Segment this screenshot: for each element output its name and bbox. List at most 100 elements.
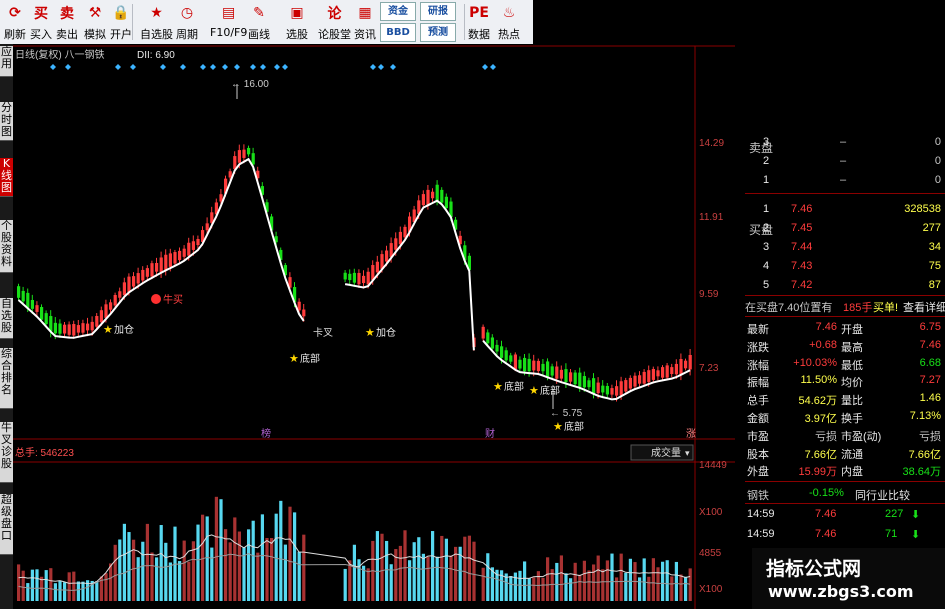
volume-bar [463, 536, 467, 601]
lock-button[interactable]: 🔒 开户 [110, 0, 132, 44]
candle-body [302, 309, 306, 317]
refresh-button[interactable]: ⟳ 刷新 [4, 0, 26, 44]
tab-ranking[interactable]: 综合排名 [0, 348, 13, 409]
forum-button[interactable]: 论论股堂 [318, 0, 351, 44]
watermark-url: www.zbgs3.com [768, 582, 914, 601]
tab-watchlist[interactable]: 自选股 [0, 298, 13, 339]
candle-body [601, 385, 605, 393]
volume-bar [440, 535, 444, 601]
candle-body [113, 294, 117, 306]
main-toolbar: ⟳ 刷新买买入卖卖出 ⚒ 模拟 🔒 开户 ★ 自选股 ◷ 周期 ▤ F10/F9 ✎ 画线 ▣ 选股论论股堂 ▦… [0, 0, 533, 45]
kline-chart[interactable]: 日线(复权) 八一钢铁 DII: 6.90 14.29 11.91 9.59 7… [13, 44, 735, 609]
details-link[interactable]: 查看详细 [903, 299, 945, 315]
volume-bar [302, 534, 306, 601]
volume-bar [58, 580, 62, 601]
volume-bar [104, 573, 108, 601]
candle-body [141, 269, 145, 281]
candle-body [500, 346, 504, 358]
candle-body [481, 326, 485, 339]
volume-bar [214, 496, 218, 601]
volume-bar [270, 538, 274, 601]
buy-position-row: 在买盘7.40位置有 185手 买单! 查看详细 [745, 298, 945, 314]
candle-body [132, 276, 136, 287]
candle-body [486, 332, 490, 344]
watermark-title: 指标公式网 [766, 558, 862, 580]
candle-body [615, 386, 619, 396]
event-marker: 榜 [261, 427, 271, 440]
volume-bar [601, 569, 605, 601]
candle-body [513, 354, 517, 370]
fund-flow-button[interactable]: 资金 [380, 2, 416, 21]
ma-hint: 卡叉 [313, 326, 333, 339]
chart-title: 日线(复权) 八一钢铁 [15, 48, 104, 61]
volume-bar [237, 531, 241, 601]
candle-body [168, 253, 172, 267]
tab-level2[interactable]: 超级盘口 [0, 494, 13, 555]
candle-body [619, 381, 623, 396]
volume-bar [228, 542, 232, 601]
candle-body [638, 375, 642, 384]
candle-body [182, 248, 186, 257]
quote-row: 总手 54.62万 量比 1.46 [747, 392, 941, 408]
volume-bar [21, 570, 25, 601]
volume-bar [564, 573, 568, 601]
volume-bar [674, 561, 678, 601]
toolbar-label: 论股堂 [318, 28, 351, 41]
volume-bar [53, 583, 57, 601]
news-button[interactable]: ▦ 资讯 [354, 0, 376, 44]
clock-button[interactable]: ◷ 周期 [176, 0, 198, 44]
buy-button[interactable]: 买买入 [30, 0, 52, 44]
candle-body [90, 321, 94, 331]
volume-bar [187, 561, 191, 601]
volume-bar [555, 562, 559, 601]
tab-intraday[interactable]: 分时图 [0, 102, 13, 141]
pen-button[interactable]: ✎ 画线 [248, 0, 270, 44]
star-button[interactable]: ★ 自选股 [140, 0, 173, 44]
event-marker: 涨 [686, 428, 696, 440]
sell-level-row: 2–0 [763, 155, 941, 167]
forecast-button[interactable]: 预测 [420, 23, 456, 42]
volume-bar [205, 516, 209, 601]
volume-bar [109, 563, 113, 601]
f10-button[interactable]: ▤ F10/F9 [210, 0, 247, 44]
toolbar-label: 选股 [286, 28, 308, 41]
forum-icon: 论 [327, 6, 342, 22]
data-button[interactable]: PE 数据 [468, 0, 490, 44]
candle-body [178, 250, 182, 261]
candle-body [205, 223, 209, 231]
research-button[interactable]: 研报 [420, 2, 456, 21]
candle-body [684, 360, 688, 369]
signal-label: 底部 [540, 384, 560, 397]
candle-body [237, 150, 241, 163]
gavel-button[interactable]: ⚒ 模拟 [84, 0, 106, 44]
tab-diagnosis[interactable]: 牛叉诊股 [0, 422, 13, 483]
candle-body [53, 322, 57, 334]
candle-body [573, 372, 577, 385]
candle-body [109, 302, 113, 310]
candle-body [665, 365, 669, 378]
volume-bar [260, 514, 264, 601]
fire-button[interactable]: ♨ 热点 [498, 0, 520, 44]
volume-tick: 14449 [699, 460, 727, 471]
candle-body [679, 358, 683, 375]
bbd-button[interactable]: BBD [380, 23, 416, 42]
candle-body [58, 323, 62, 334]
volume-bar [509, 575, 513, 601]
tab-apps[interactable]: 应用 [0, 46, 13, 77]
sector-compare-button[interactable]: 同行业比较 [855, 487, 910, 503]
volume-bar [136, 557, 140, 601]
tab-stock-info[interactable]: 个股资料 [0, 220, 13, 273]
sell-button[interactable]: 卖卖出 [56, 0, 78, 44]
volume-bar [343, 568, 347, 601]
tab-kline[interactable]: K线图 [0, 158, 13, 197]
candle-body [127, 276, 131, 293]
star-icon: ★ [103, 323, 113, 336]
candle-body [435, 184, 439, 201]
clock-icon: ◷ [180, 5, 194, 21]
buy-icon: 买 [34, 6, 48, 22]
volume-bar [182, 540, 186, 601]
star-icon: ★ [553, 420, 563, 433]
quote-row: 涨跌 +0.68 最高 7.46 [747, 338, 941, 354]
screen-button[interactable]: ▣ 选股 [286, 0, 308, 44]
toolbar-label: 模拟 [84, 28, 106, 41]
